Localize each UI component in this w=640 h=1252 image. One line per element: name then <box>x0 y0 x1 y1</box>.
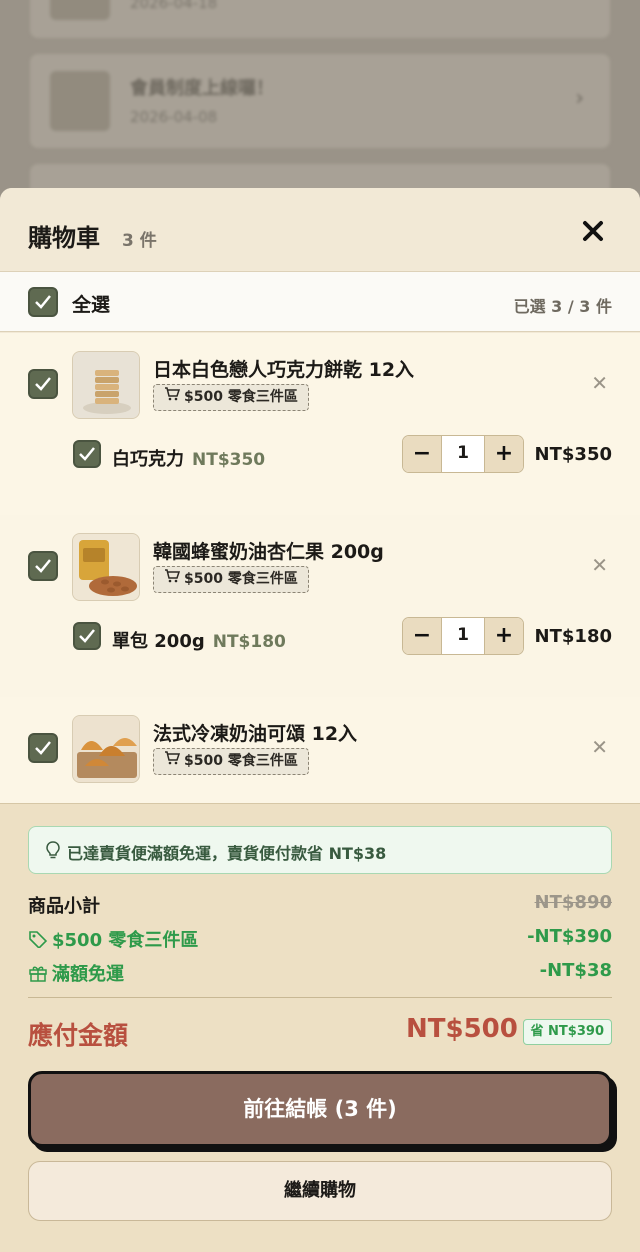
savings-badge: 省 NT$390 <box>522 1019 612 1045</box>
cookie-stack-image <box>73 352 139 418</box>
shipping-notice: 已達賣貨便滿額免運，賣貨便付款省 NT$38 <box>28 826 612 874</box>
select-all-row: 全選 已選 3 / 3 件 <box>0 272 640 332</box>
product-image[interactable] <box>72 351 140 419</box>
decrease-qty-button[interactable]: − <box>403 618 441 654</box>
background-card-date: 2026-04-18 <box>130 0 218 12</box>
cart-icon <box>165 751 180 765</box>
variant-checkbox[interactable] <box>73 440 101 468</box>
background-card-date: 2026-04-08 <box>130 108 218 126</box>
cart-sheet: 購物車 3 件 全選 已選 3 / 3 件 日本白色戀人巧克力餅乾 12入 $5… <box>0 188 640 1252</box>
variant-price: NT$180 <box>212 632 286 652</box>
cart-items-list: 日本白色戀人巧克力餅乾 12入 $500 零食三件區 ✕ 白巧克力 NT$350 … <box>0 333 640 803</box>
background-card-title: 會員制度上線囉！ <box>130 78 274 99</box>
cart-icon <box>165 387 180 401</box>
product-image[interactable] <box>72 533 140 601</box>
croissant-image <box>73 716 139 782</box>
select-all-label: 全選 <box>72 294 111 316</box>
background-card: 2026-04-18 <box>30 0 610 38</box>
check-icon <box>35 559 51 573</box>
background-thumb <box>50 0 110 20</box>
check-icon <box>35 377 51 391</box>
chevron-right-icon: › <box>575 86 584 111</box>
shipping-discount-row: 滿額免運 -NT$38 <box>28 960 612 988</box>
summary-divider <box>28 997 612 998</box>
variant-name: 白巧克力 <box>112 449 184 470</box>
remove-item-button[interactable]: ✕ <box>591 735 608 759</box>
cart-icon <box>165 569 180 583</box>
document-icon <box>50 71 110 131</box>
shipping-discount-text: 滿額免運 <box>52 964 124 985</box>
close-icon <box>583 221 603 241</box>
promo-tag: $500 零食三件區 <box>153 384 309 411</box>
total-label: 應付金額 <box>28 1021 129 1050</box>
cart-item: 韓國蜂蜜奶油杏仁果 200g $500 零食三件區 ✕ 單包 200g NT$18… <box>0 515 640 697</box>
shipping-discount-value: -NT$38 <box>539 960 612 981</box>
subtotal-value: NT$890 <box>534 892 612 913</box>
remove-item-button[interactable]: ✕ <box>591 371 608 395</box>
cart-header: 購物車 3 件 <box>0 188 640 272</box>
decrease-qty-button[interactable]: − <box>403 436 441 472</box>
promo-tag-label: $500 零食三件區 <box>184 571 298 587</box>
item-name[interactable]: 日本白色戀人巧克力餅乾 12入 <box>153 355 414 382</box>
item-checkbox[interactable] <box>28 551 58 581</box>
item-name[interactable]: 法式冷凍奶油可頌 12入 <box>153 719 357 746</box>
variant-checkbox[interactable] <box>73 622 101 650</box>
quantity-stepper: − 1 + <box>402 617 524 655</box>
item-checkbox[interactable] <box>28 733 58 763</box>
cart-item: 法式冷凍奶油可頌 12入 $500 零食三件區 ✕ <box>0 697 640 803</box>
close-button[interactable] <box>576 214 610 248</box>
check-icon <box>35 295 51 309</box>
shipping-discount-label: 滿額免運 <box>28 960 124 986</box>
item-checkbox[interactable] <box>28 369 58 399</box>
increase-qty-button[interactable]: + <box>485 618 523 654</box>
check-icon <box>35 741 51 755</box>
promo-discount-text: $500 零食三件區 <box>52 930 199 951</box>
cart-item: 日本白色戀人巧克力餅乾 12入 $500 零食三件區 ✕ 白巧克力 NT$350 … <box>0 333 640 515</box>
promo-tag: $500 零食三件區 <box>153 566 309 593</box>
background-card: 會員制度上線囉！ 2026-04-08 › <box>30 54 610 148</box>
variant-price: NT$350 <box>192 450 266 470</box>
increase-qty-button[interactable]: + <box>485 436 523 472</box>
promo-tag-label: $500 零食三件區 <box>184 753 298 769</box>
cart-item-count: 3 件 <box>122 231 157 251</box>
select-all-checkbox[interactable] <box>28 287 58 317</box>
tag-icon <box>29 931 48 948</box>
checkout-button[interactable]: 前往結帳 (3 件) <box>28 1071 612 1147</box>
promo-tag-label: $500 零食三件區 <box>184 389 298 405</box>
check-icon <box>79 629 95 643</box>
total-value: NT$500 <box>406 1014 518 1044</box>
lightbulb-icon <box>46 841 60 859</box>
almond-bag-image <box>73 534 139 600</box>
continue-shopping-button[interactable]: 繼續購物 <box>28 1161 612 1221</box>
item-name[interactable]: 韓國蜂蜜奶油杏仁果 200g <box>153 537 384 564</box>
promo-discount-row: $500 零食三件區 -NT$390 <box>28 926 612 954</box>
gift-icon <box>29 966 47 982</box>
cart-summary: 已達賣貨便滿額免運，賣貨便付款省 NT$38 商品小計 NT$890 $500 … <box>0 803 640 1252</box>
cart-title: 購物車 <box>28 224 100 252</box>
line-total: NT$350 <box>534 444 612 465</box>
background-page: 2026-04-18 會員制度上線囉！ 2026-04-08 › <box>0 0 640 200</box>
promo-tag: $500 零食三件區 <box>153 748 309 775</box>
quantity-value[interactable]: 1 <box>441 618 485 654</box>
shipping-notice-text: 已達賣貨便滿額免運，賣貨便付款省 NT$38 <box>67 844 387 863</box>
selected-count: 已選 3 / 3 件 <box>513 297 612 316</box>
variant-name: 單包 200g <box>112 631 205 652</box>
remove-item-button[interactable]: ✕ <box>591 553 608 577</box>
promo-discount-value: -NT$390 <box>527 926 612 947</box>
promo-discount-label: $500 零食三件區 <box>28 926 198 952</box>
line-total: NT$180 <box>534 626 612 647</box>
product-image[interactable] <box>72 715 140 783</box>
check-icon <box>79 447 95 461</box>
variant-label: 單包 200g NT$180 <box>112 627 286 653</box>
subtotal-label: 商品小計 <box>28 896 100 917</box>
subtotal-row: 商品小計 NT$890 <box>28 892 612 920</box>
quantity-stepper: − 1 + <box>402 435 524 473</box>
variant-label: 白巧克力 NT$350 <box>112 445 265 471</box>
quantity-value[interactable]: 1 <box>441 436 485 472</box>
